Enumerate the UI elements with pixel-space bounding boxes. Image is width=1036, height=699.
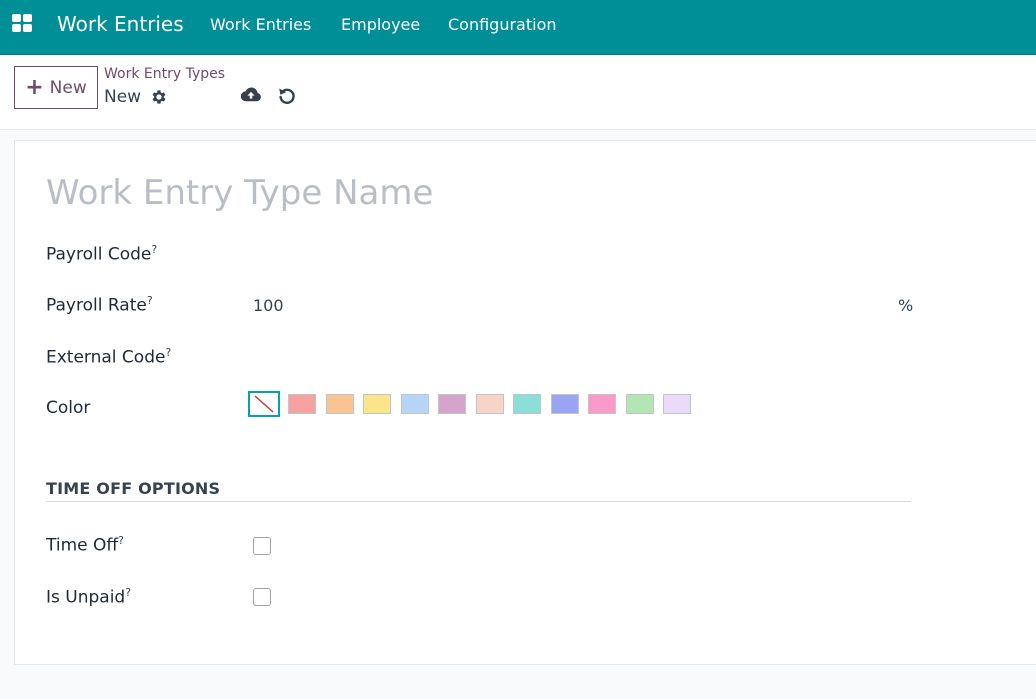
payroll-rate-label: Payroll Rate? bbox=[46, 294, 153, 316]
menu-work-entries[interactable]: Work Entries bbox=[210, 15, 311, 34]
breadcrumb-current: New bbox=[104, 87, 142, 107]
color-swatch-6[interactable] bbox=[475, 394, 504, 414]
plus-icon: + bbox=[25, 74, 44, 100]
time-off-section-title: TIME OFF OPTIONS bbox=[46, 479, 221, 498]
external-code-help[interactable]: ? bbox=[165, 346, 171, 359]
apps-grid-icon[interactable] bbox=[12, 14, 34, 34]
payroll-code-label: Payroll Code? bbox=[46, 243, 157, 265]
cloud-upload-icon[interactable] bbox=[240, 86, 262, 104]
color-swatch-1[interactable] bbox=[288, 394, 316, 414]
section-divider bbox=[46, 501, 911, 502]
time-off-checkbox[interactable] bbox=[253, 537, 271, 555]
time-off-label: Time Off? bbox=[46, 534, 124, 556]
payroll-code-label-text: Payroll Code bbox=[46, 244, 152, 265]
color-swatch-2[interactable] bbox=[325, 394, 354, 414]
color-swatch-8[interactable] bbox=[550, 394, 579, 414]
color-swatch-5[interactable] bbox=[438, 394, 466, 414]
is-unpaid-label-text: Is Unpaid bbox=[46, 587, 126, 608]
control-panel: + New Work Entry Types New bbox=[0, 56, 1036, 130]
payroll-rate-label-text: Payroll Rate bbox=[46, 295, 147, 316]
undo-icon[interactable] bbox=[277, 86, 297, 106]
external-code-label: External Code? bbox=[46, 346, 171, 368]
breadcrumb-parent[interactable]: Work Entry Types bbox=[104, 66, 225, 82]
menu-configuration[interactable]: Configuration bbox=[448, 15, 557, 34]
new-button[interactable]: + New bbox=[14, 66, 98, 109]
color-swatch-10[interactable] bbox=[625, 394, 654, 414]
is-unpaid-checkbox[interactable] bbox=[253, 588, 271, 606]
payroll-rate-unit: % bbox=[898, 296, 914, 315]
app-title[interactable]: Work Entries bbox=[57, 12, 184, 36]
color-label: Color bbox=[46, 398, 91, 418]
name-input[interactable]: Work Entry Type Name bbox=[46, 173, 433, 213]
color-swatch-11[interactable] bbox=[663, 394, 691, 414]
payroll-code-help[interactable]: ? bbox=[151, 243, 157, 256]
top-navbar: Work Entries Work Entries Employee Confi… bbox=[0, 0, 1036, 55]
external-code-label-text: External Code bbox=[46, 347, 166, 368]
color-swatch-7[interactable] bbox=[513, 394, 541, 414]
is-unpaid-help[interactable]: ? bbox=[125, 586, 131, 599]
menu-employee[interactable]: Employee bbox=[341, 15, 420, 34]
color-swatch-4[interactable] bbox=[400, 394, 429, 414]
time-off-label-text: Time Off bbox=[46, 535, 119, 556]
time-off-help[interactable]: ? bbox=[118, 534, 124, 547]
payroll-rate-help[interactable]: ? bbox=[147, 294, 153, 307]
color-swatch-none[interactable] bbox=[248, 391, 280, 417]
form-sheet: Work Entry Type Name Payroll Code? Payro… bbox=[14, 140, 1036, 665]
color-swatch-3[interactable] bbox=[363, 394, 391, 414]
new-button-label: New bbox=[49, 77, 87, 98]
is-unpaid-label: Is Unpaid? bbox=[46, 586, 131, 608]
color-swatch-9[interactable] bbox=[588, 394, 616, 414]
payroll-rate-input[interactable]: 100 bbox=[253, 296, 284, 315]
gear-icon[interactable] bbox=[150, 88, 168, 106]
